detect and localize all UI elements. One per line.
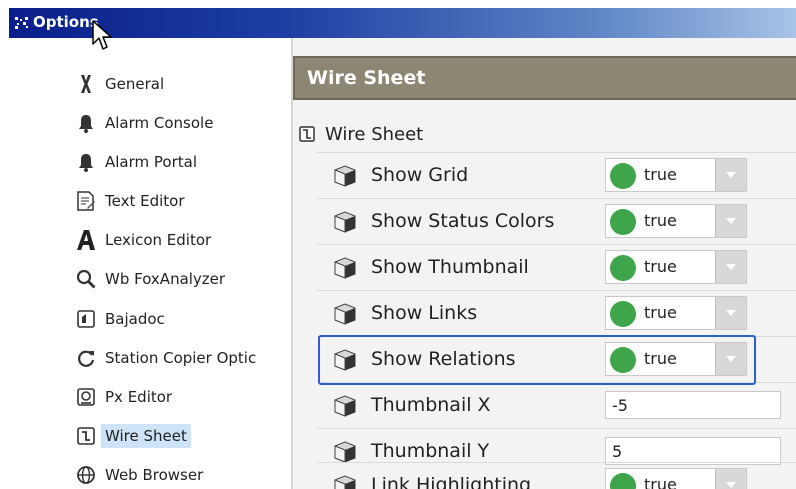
show-status-colors-select[interactable]: true — [605, 204, 747, 238]
property-cube-icon — [334, 303, 356, 325]
sidebar-item-label: Alarm Portal — [105, 153, 197, 171]
property-label: Thumbnail X — [371, 394, 491, 416]
show-links-select[interactable]: true — [605, 296, 747, 330]
dropdown-arrow-icon[interactable] — [715, 297, 746, 329]
options-dots-icon — [15, 17, 28, 29]
property-cube-icon — [334, 349, 356, 371]
bell-icon — [75, 151, 97, 173]
property-label: Show Status Colors — [371, 210, 555, 232]
property-cube-icon — [334, 441, 356, 463]
select-value: true — [644, 475, 677, 489]
letter-a-icon — [75, 229, 97, 251]
wire-sheet-icon — [299, 126, 315, 142]
show-relations-select[interactable]: true — [605, 342, 747, 376]
sidebar-item-station-copier-options[interactable]: Station Copier Optic — [75, 343, 256, 373]
true-indicator-icon — [610, 255, 636, 281]
property-label: Show Thumbnail — [371, 256, 529, 278]
property-row-link-highlighting: Link Highlighting true — [317, 462, 796, 489]
wire-sheet-icon — [75, 425, 97, 447]
dropdown-arrow-icon[interactable] — [715, 251, 746, 283]
window-title: Options — [33, 13, 99, 31]
thumbnail-y-input[interactable]: 5 — [605, 437, 781, 465]
property-label: Thumbnail Y — [371, 440, 490, 462]
sidebar-item-label: Alarm Console — [105, 114, 214, 132]
sidebar-item-bajadoc[interactable]: Bajadoc — [75, 304, 165, 334]
true-indicator-icon — [610, 163, 636, 189]
sidebar-item-text-editor[interactable]: Text Editor — [75, 186, 185, 216]
mouse-cursor-icon — [92, 20, 112, 50]
property-cube-icon — [334, 475, 356, 489]
dropdown-arrow-icon[interactable] — [715, 343, 746, 375]
true-indicator-icon — [610, 347, 636, 373]
select-value: true — [644, 211, 677, 230]
sidebar-item-label: Station Copier Optic — [105, 349, 257, 367]
select-value: true — [644, 349, 677, 368]
sidebar-item-alarm-console[interactable]: Alarm Console — [75, 108, 213, 138]
sidebar-item-lexicon-editor[interactable]: Lexicon Editor — [75, 225, 211, 255]
show-thumbnail-select[interactable]: true — [605, 250, 747, 284]
select-value: true — [644, 303, 677, 322]
title-bar: Options — [9, 8, 796, 38]
dropdown-arrow-icon[interactable] — [715, 469, 746, 489]
sidebar-item-label: Text Editor — [105, 192, 185, 210]
property-label: Link Highlighting — [371, 474, 532, 489]
property-row-show-relations: Show Relations true — [317, 336, 796, 382]
sidebar-item-label: Web Browser — [105, 466, 204, 484]
magnifier-icon — [75, 268, 97, 290]
wrench-icon — [75, 73, 97, 95]
show-grid-select[interactable]: true — [605, 158, 747, 192]
sidebar-item-label: Px Editor — [105, 388, 173, 406]
dropdown-arrow-icon[interactable] — [715, 159, 746, 191]
property-row-show-grid: Show Grid true — [317, 152, 796, 198]
property-cube-icon — [334, 395, 356, 417]
property-cube-icon — [334, 211, 356, 233]
property-cube-icon — [334, 257, 356, 279]
true-indicator-icon — [610, 301, 636, 327]
refresh-icon — [75, 347, 97, 369]
true-indicator-icon — [610, 209, 636, 235]
sidebar-item-label: Bajadoc — [105, 310, 165, 328]
bell-icon — [75, 112, 97, 134]
property-label: Show Relations — [371, 348, 516, 370]
true-indicator-icon — [610, 473, 636, 489]
sidebar-item-label: Wb FoxAnalyzer — [105, 270, 226, 288]
property-row-thumbnail-x: Thumbnail X -5 — [317, 382, 796, 428]
sidebar-item-wb-foxanalyzer[interactable]: Wb FoxAnalyzer — [75, 264, 225, 294]
sidebar-item-px-editor[interactable]: Px Editor — [75, 382, 172, 412]
property-cube-icon — [334, 165, 356, 187]
text-document-icon — [75, 190, 97, 212]
sidebar-item-label: Wire Sheet — [101, 424, 191, 448]
property-row-show-status-colors: Show Status Colors true — [317, 198, 796, 244]
tree-root-label: Wire Sheet — [325, 123, 424, 145]
property-label: Show Links — [371, 302, 478, 324]
panel-header: Wire Sheet — [293, 56, 796, 100]
options-sidebar: General Alarm Console Alarm Portal Text … — [19, 38, 293, 489]
property-row-show-thumbnail: Show Thumbnail true — [317, 244, 796, 290]
link-highlighting-select[interactable]: true — [605, 468, 747, 489]
panel-title: Wire Sheet — [307, 67, 426, 89]
property-label: Show Grid — [371, 164, 469, 186]
sidebar-item-label: Lexicon Editor — [105, 231, 212, 249]
px-editor-icon — [75, 386, 97, 408]
sidebar-item-general[interactable]: General — [75, 69, 164, 99]
wire-sheet-options-panel: Wire Sheet Wire Sheet Show Grid true Sho… — [293, 38, 796, 489]
sidebar-item-web-browser[interactable]: Web Browser — [75, 460, 203, 489]
sidebar-item-alarm-portal[interactable]: Alarm Portal — [75, 147, 197, 177]
select-value: true — [644, 257, 677, 276]
tree-root-wire-sheet[interactable]: Wire Sheet — [293, 116, 423, 152]
dropdown-arrow-icon[interactable] — [715, 205, 746, 237]
thumbnail-x-input[interactable]: -5 — [605, 391, 781, 419]
bajadoc-icon — [75, 308, 97, 330]
select-value: true — [644, 165, 677, 184]
sidebar-item-label: General — [105, 75, 165, 93]
globe-icon — [75, 464, 97, 486]
property-row-show-links: Show Links true — [317, 290, 796, 336]
sidebar-item-wire-sheet[interactable]: Wire Sheet — [75, 421, 191, 451]
